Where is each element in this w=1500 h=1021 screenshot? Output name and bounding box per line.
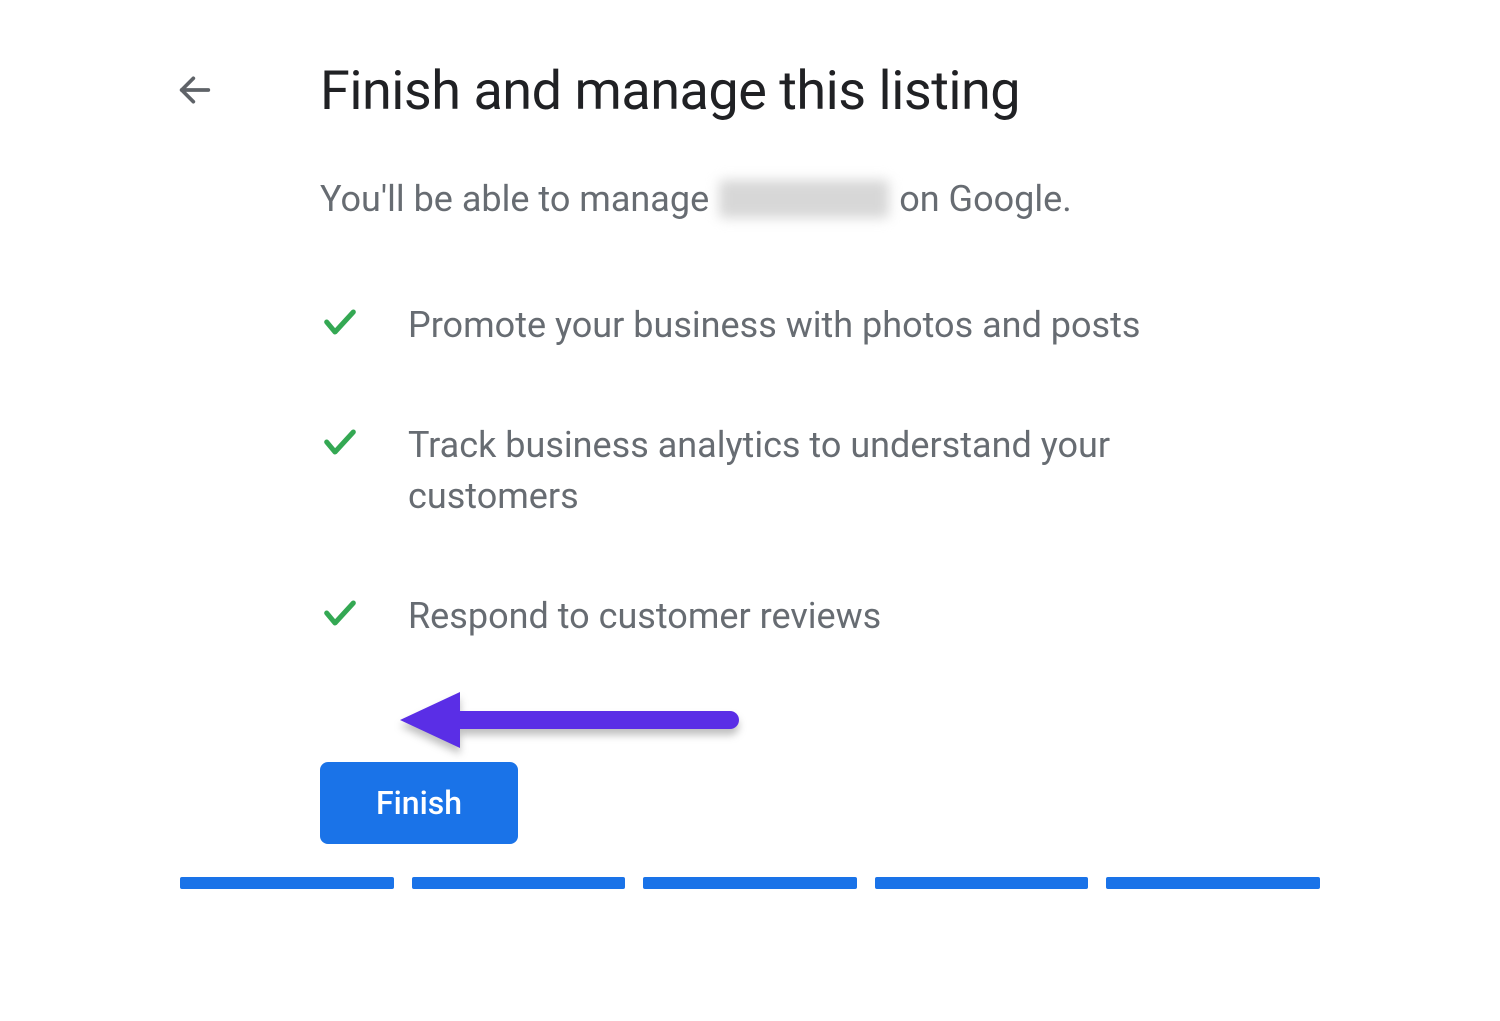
feature-list: Promote your business with photos and po… — [320, 300, 1320, 642]
feature-text: Track business analytics to understand y… — [408, 420, 1248, 521]
progress-segment — [1106, 877, 1320, 889]
page-title: Finish and manage this listing — [320, 60, 1020, 123]
feature-text: Respond to customer reviews — [408, 591, 881, 641]
header-row: Finish and manage this listing — [170, 60, 1330, 123]
arrow-left-icon — [175, 70, 215, 114]
subtitle: You'll be able to manage on Google. — [320, 178, 1320, 220]
back-button[interactable] — [170, 67, 220, 117]
feature-item: Track business analytics to understand y… — [320, 420, 1320, 521]
progress-segment — [180, 877, 394, 889]
check-icon — [320, 302, 360, 342]
feature-item: Promote your business with photos and po… — [320, 300, 1320, 350]
check-icon — [320, 422, 360, 462]
listing-finish-page: Finish and manage this listing You'll be… — [0, 0, 1500, 1021]
redacted-business-name — [719, 180, 889, 218]
check-icon — [320, 593, 360, 633]
progress-segment — [643, 877, 857, 889]
content-area: You'll be able to manage on Google. Prom… — [320, 178, 1320, 844]
progress-bar — [180, 877, 1320, 889]
subtitle-suffix: on Google. — [899, 178, 1071, 220]
subtitle-prefix: You'll be able to manage — [320, 178, 709, 220]
progress-segment — [875, 877, 1089, 889]
feature-item: Respond to customer reviews — [320, 591, 1320, 641]
progress-segment — [412, 877, 626, 889]
feature-text: Promote your business with photos and po… — [408, 300, 1140, 350]
finish-button[interactable]: Finish — [320, 762, 518, 844]
